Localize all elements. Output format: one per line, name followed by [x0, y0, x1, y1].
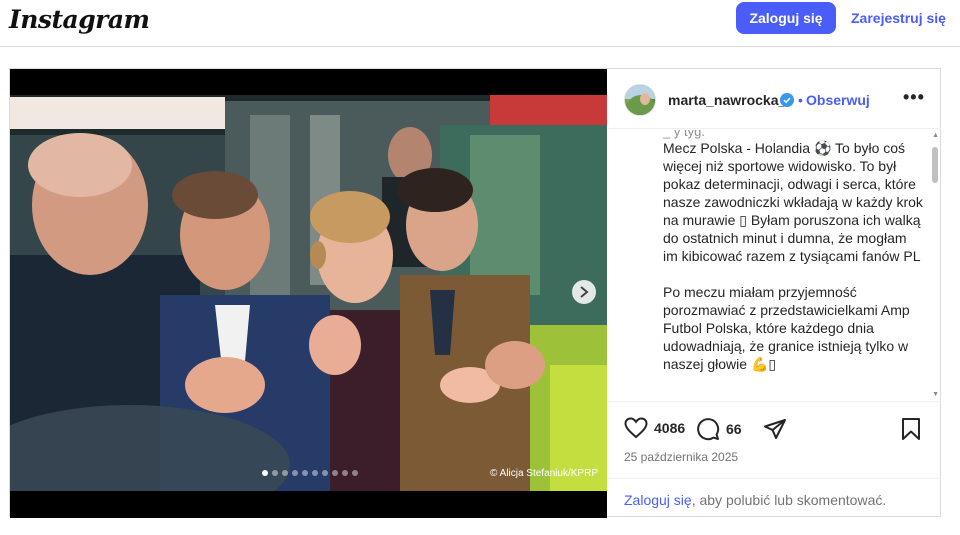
- carousel-next-button[interactable]: [572, 280, 596, 304]
- heart-icon[interactable]: [624, 417, 648, 439]
- comment-bubble-icon[interactable]: [696, 417, 720, 441]
- media-letterbox-top: [10, 69, 607, 95]
- like-count: 4086: [654, 420, 686, 436]
- signup-link[interactable]: Zarejestruj się: [851, 10, 946, 26]
- carousel-dot[interactable]: [292, 470, 298, 476]
- carousel-dot[interactable]: [272, 470, 278, 476]
- login-prompt-link[interactable]: Zaloguj się: [624, 492, 692, 508]
- share-action[interactable]: [763, 417, 787, 441]
- follow-separator: •: [798, 92, 803, 108]
- save-action[interactable]: [901, 417, 921, 441]
- post-sidebar: marta_nawrocka_ • Obserwuj ••• _ y tyg. …: [608, 69, 941, 518]
- carousel-dot[interactable]: [262, 470, 268, 476]
- post-date[interactable]: 25 października 2025: [624, 450, 738, 464]
- top-navigation-bar: Instagram Zaloguj się Zarejestruj się: [0, 0, 960, 47]
- post-header: marta_nawrocka_ • Obserwuj •••: [608, 69, 941, 129]
- scroll-up-arrow-icon[interactable]: ▲: [932, 132, 939, 139]
- caption-scroll-area[interactable]: _ y tyg. Mecz Polska - Holandia ⚽ To był…: [608, 130, 941, 402]
- post-photo[interactable]: [10, 95, 607, 491]
- verified-badge-icon: [780, 93, 794, 107]
- carousel-dot[interactable]: [302, 470, 308, 476]
- carousel-dot[interactable]: [282, 470, 288, 476]
- scroll-down-arrow-icon[interactable]: ▼: [932, 391, 939, 398]
- post-caption: Mecz Polska - Holandia ⚽ To było coś wię…: [663, 140, 923, 372]
- carousel-dot[interactable]: [312, 470, 318, 476]
- send-icon[interactable]: [763, 417, 787, 441]
- comment-count: 66: [726, 421, 742, 437]
- carousel-dot[interactable]: [352, 470, 358, 476]
- post-card: © Alicja Stefaniuk/KPRP marta_nawrocka_ …: [9, 68, 941, 518]
- instagram-logo[interactable]: Instagram: [9, 5, 150, 34]
- avatar[interactable]: [624, 84, 656, 116]
- login-button[interactable]: Zaloguj się: [736, 2, 836, 34]
- login-prompt: Zaloguj się, aby polubić lub skomentować…: [608, 478, 941, 518]
- more-options-button[interactable]: •••: [903, 87, 925, 108]
- carousel-dots: [262, 470, 358, 476]
- media-letterbox-bottom: [10, 491, 607, 518]
- chevron-right-icon: [580, 286, 589, 298]
- carousel-dot[interactable]: [322, 470, 328, 476]
- username[interactable]: marta_nawrocka_: [668, 92, 786, 108]
- caption-cut-line: _ y tyg.: [663, 130, 705, 139]
- follow-button[interactable]: Obserwuj: [806, 92, 870, 108]
- carousel-dot[interactable]: [332, 470, 338, 476]
- like-action[interactable]: 4086: [624, 417, 685, 439]
- carousel-dot[interactable]: [342, 470, 348, 476]
- bookmark-icon[interactable]: [901, 417, 921, 441]
- login-prompt-text: , aby polubić lub skomentować.: [691, 492, 887, 508]
- comment-action[interactable]: 66: [696, 417, 742, 441]
- post-media: © Alicja Stefaniuk/KPRP: [10, 69, 607, 518]
- photo-credit: © Alicja Stefaniuk/KPRP: [490, 468, 598, 479]
- scrollbar-thumb[interactable]: [932, 147, 938, 183]
- post-actions: 4086 66: [608, 417, 941, 443]
